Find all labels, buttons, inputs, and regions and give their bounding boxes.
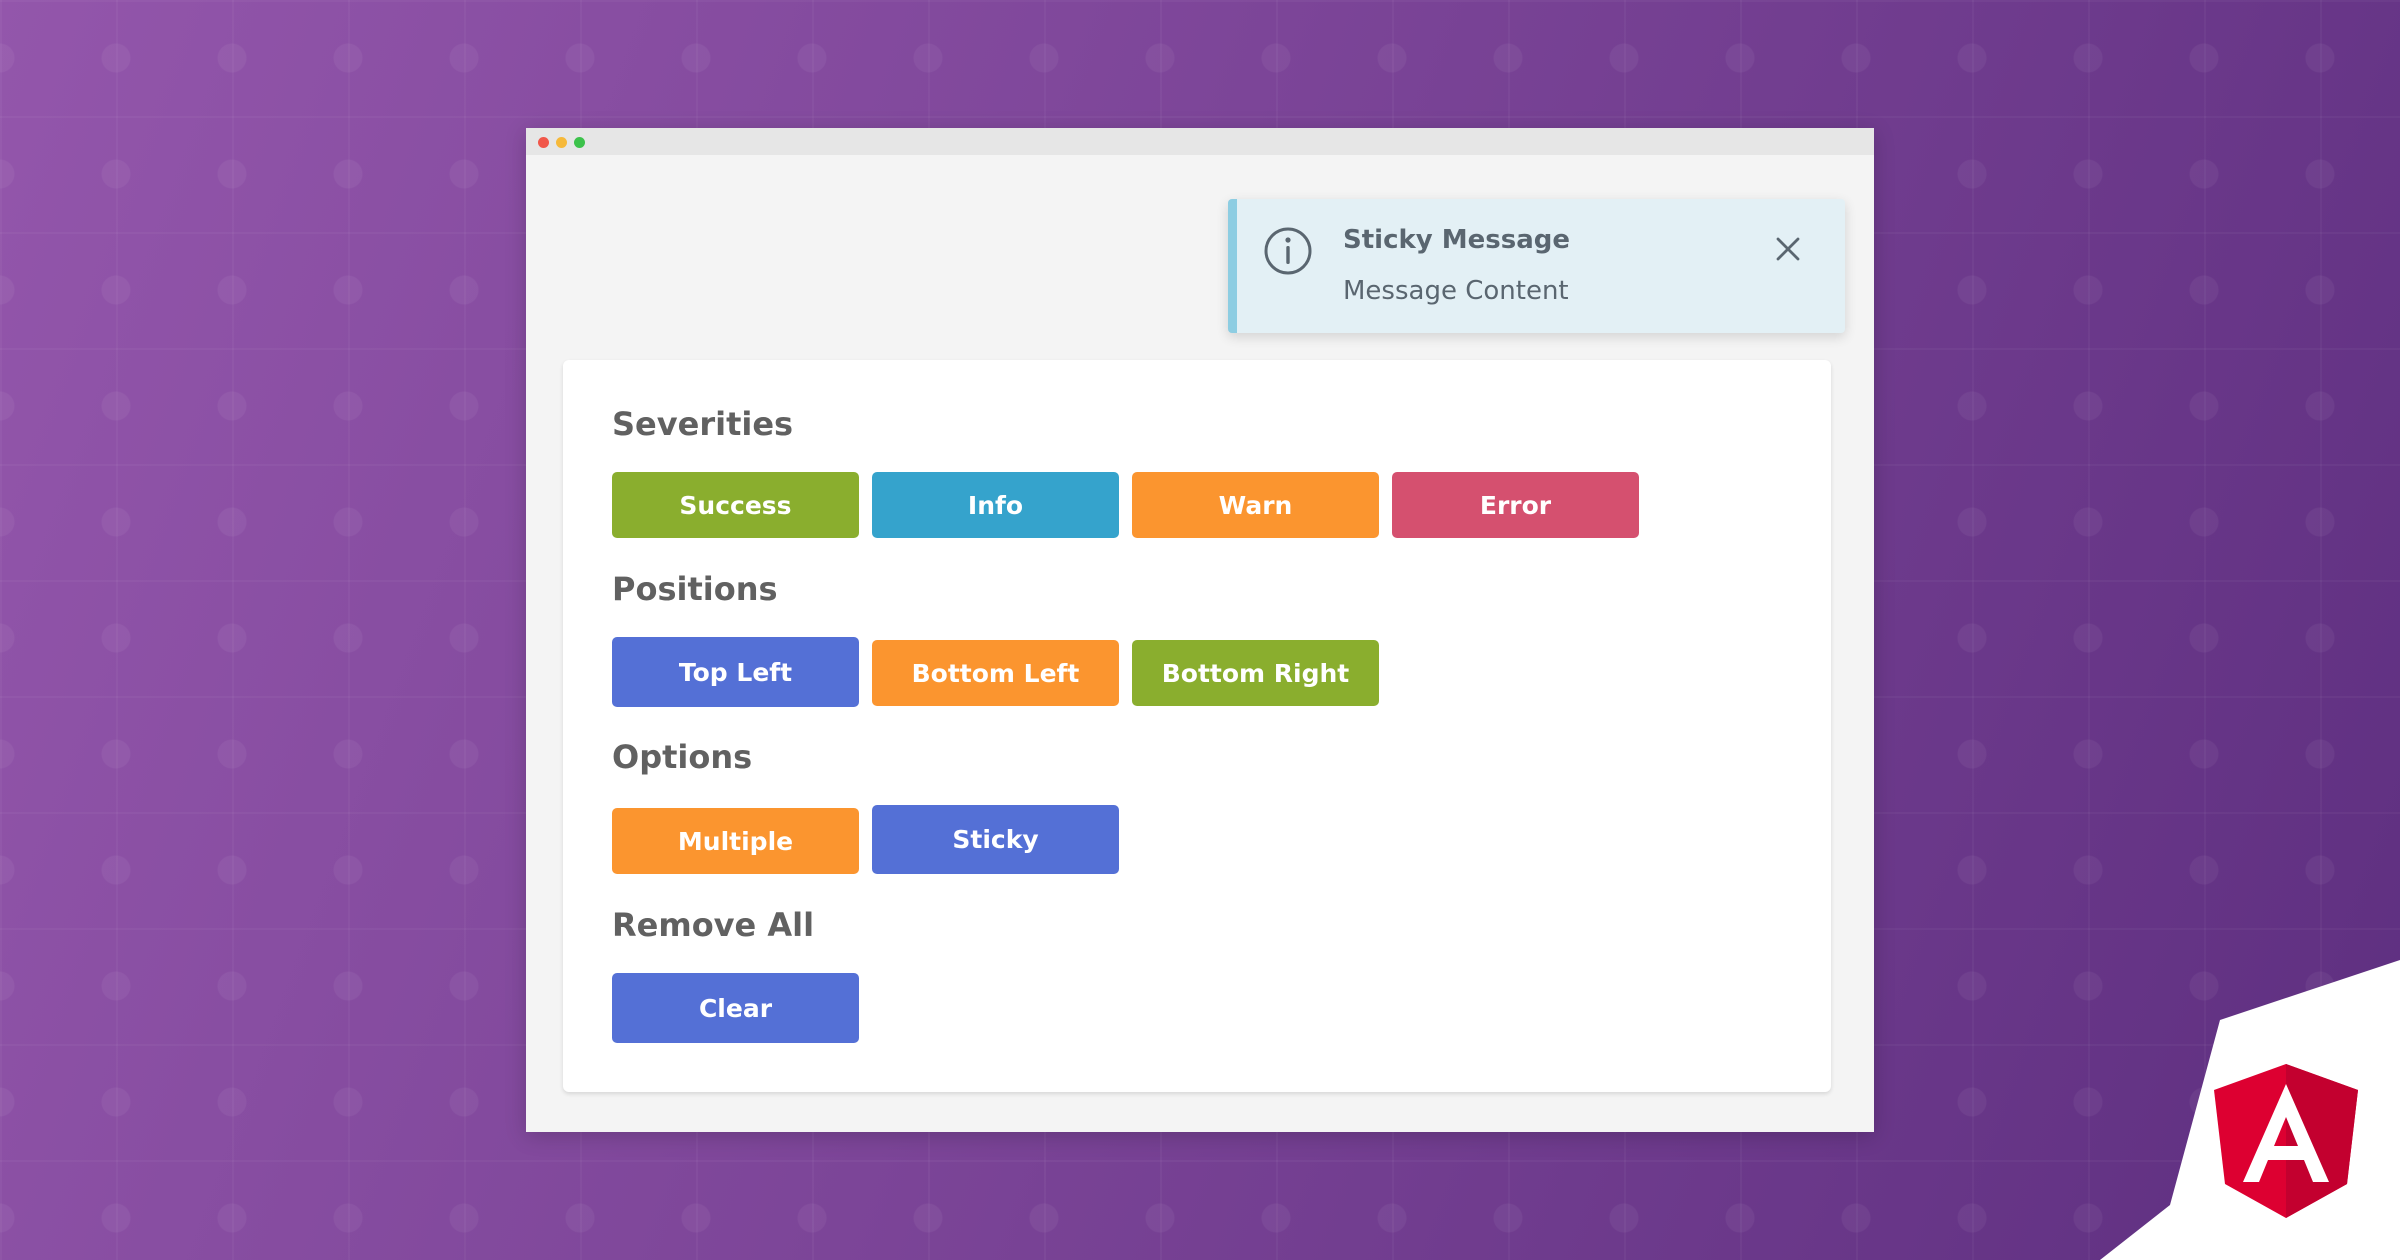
severities-heading: Severities — [612, 405, 794, 443]
bottom-left-button[interactable]: Bottom Left — [872, 640, 1119, 706]
sticky-toast: Sticky Message Message Content — [1228, 199, 1845, 333]
window-titlebar — [526, 128, 1874, 155]
minimize-window-dot[interactable] — [556, 137, 567, 148]
sticky-button[interactable]: Sticky — [872, 805, 1119, 874]
angular-logo-icon — [2100, 960, 2400, 1260]
success-button[interactable]: Success — [612, 472, 859, 538]
maximize-window-dot[interactable] — [574, 137, 585, 148]
info-button[interactable]: Info — [872, 472, 1119, 538]
multiple-button[interactable]: Multiple — [612, 808, 859, 874]
error-button[interactable]: Error — [1392, 472, 1639, 538]
top-left-button[interactable]: Top Left — [612, 637, 859, 707]
clear-button[interactable]: Clear — [612, 973, 859, 1043]
toast-content: Message Content — [1343, 276, 1569, 306]
remove-all-heading: Remove All — [612, 906, 815, 944]
info-icon — [1264, 227, 1312, 275]
demo-card: Severities Success Info Warn Error Posit… — [563, 360, 1831, 1092]
options-heading: Options — [612, 738, 753, 776]
positions-heading: Positions — [612, 570, 778, 608]
close-icon[interactable] — [1773, 234, 1803, 264]
toast-title: Sticky Message — [1343, 225, 1571, 255]
browser-window: Sticky Message Message Content Severitie… — [526, 128, 1874, 1132]
warn-button[interactable]: Warn — [1132, 472, 1379, 538]
bottom-right-button[interactable]: Bottom Right — [1132, 640, 1379, 706]
close-window-dot[interactable] — [538, 137, 549, 148]
